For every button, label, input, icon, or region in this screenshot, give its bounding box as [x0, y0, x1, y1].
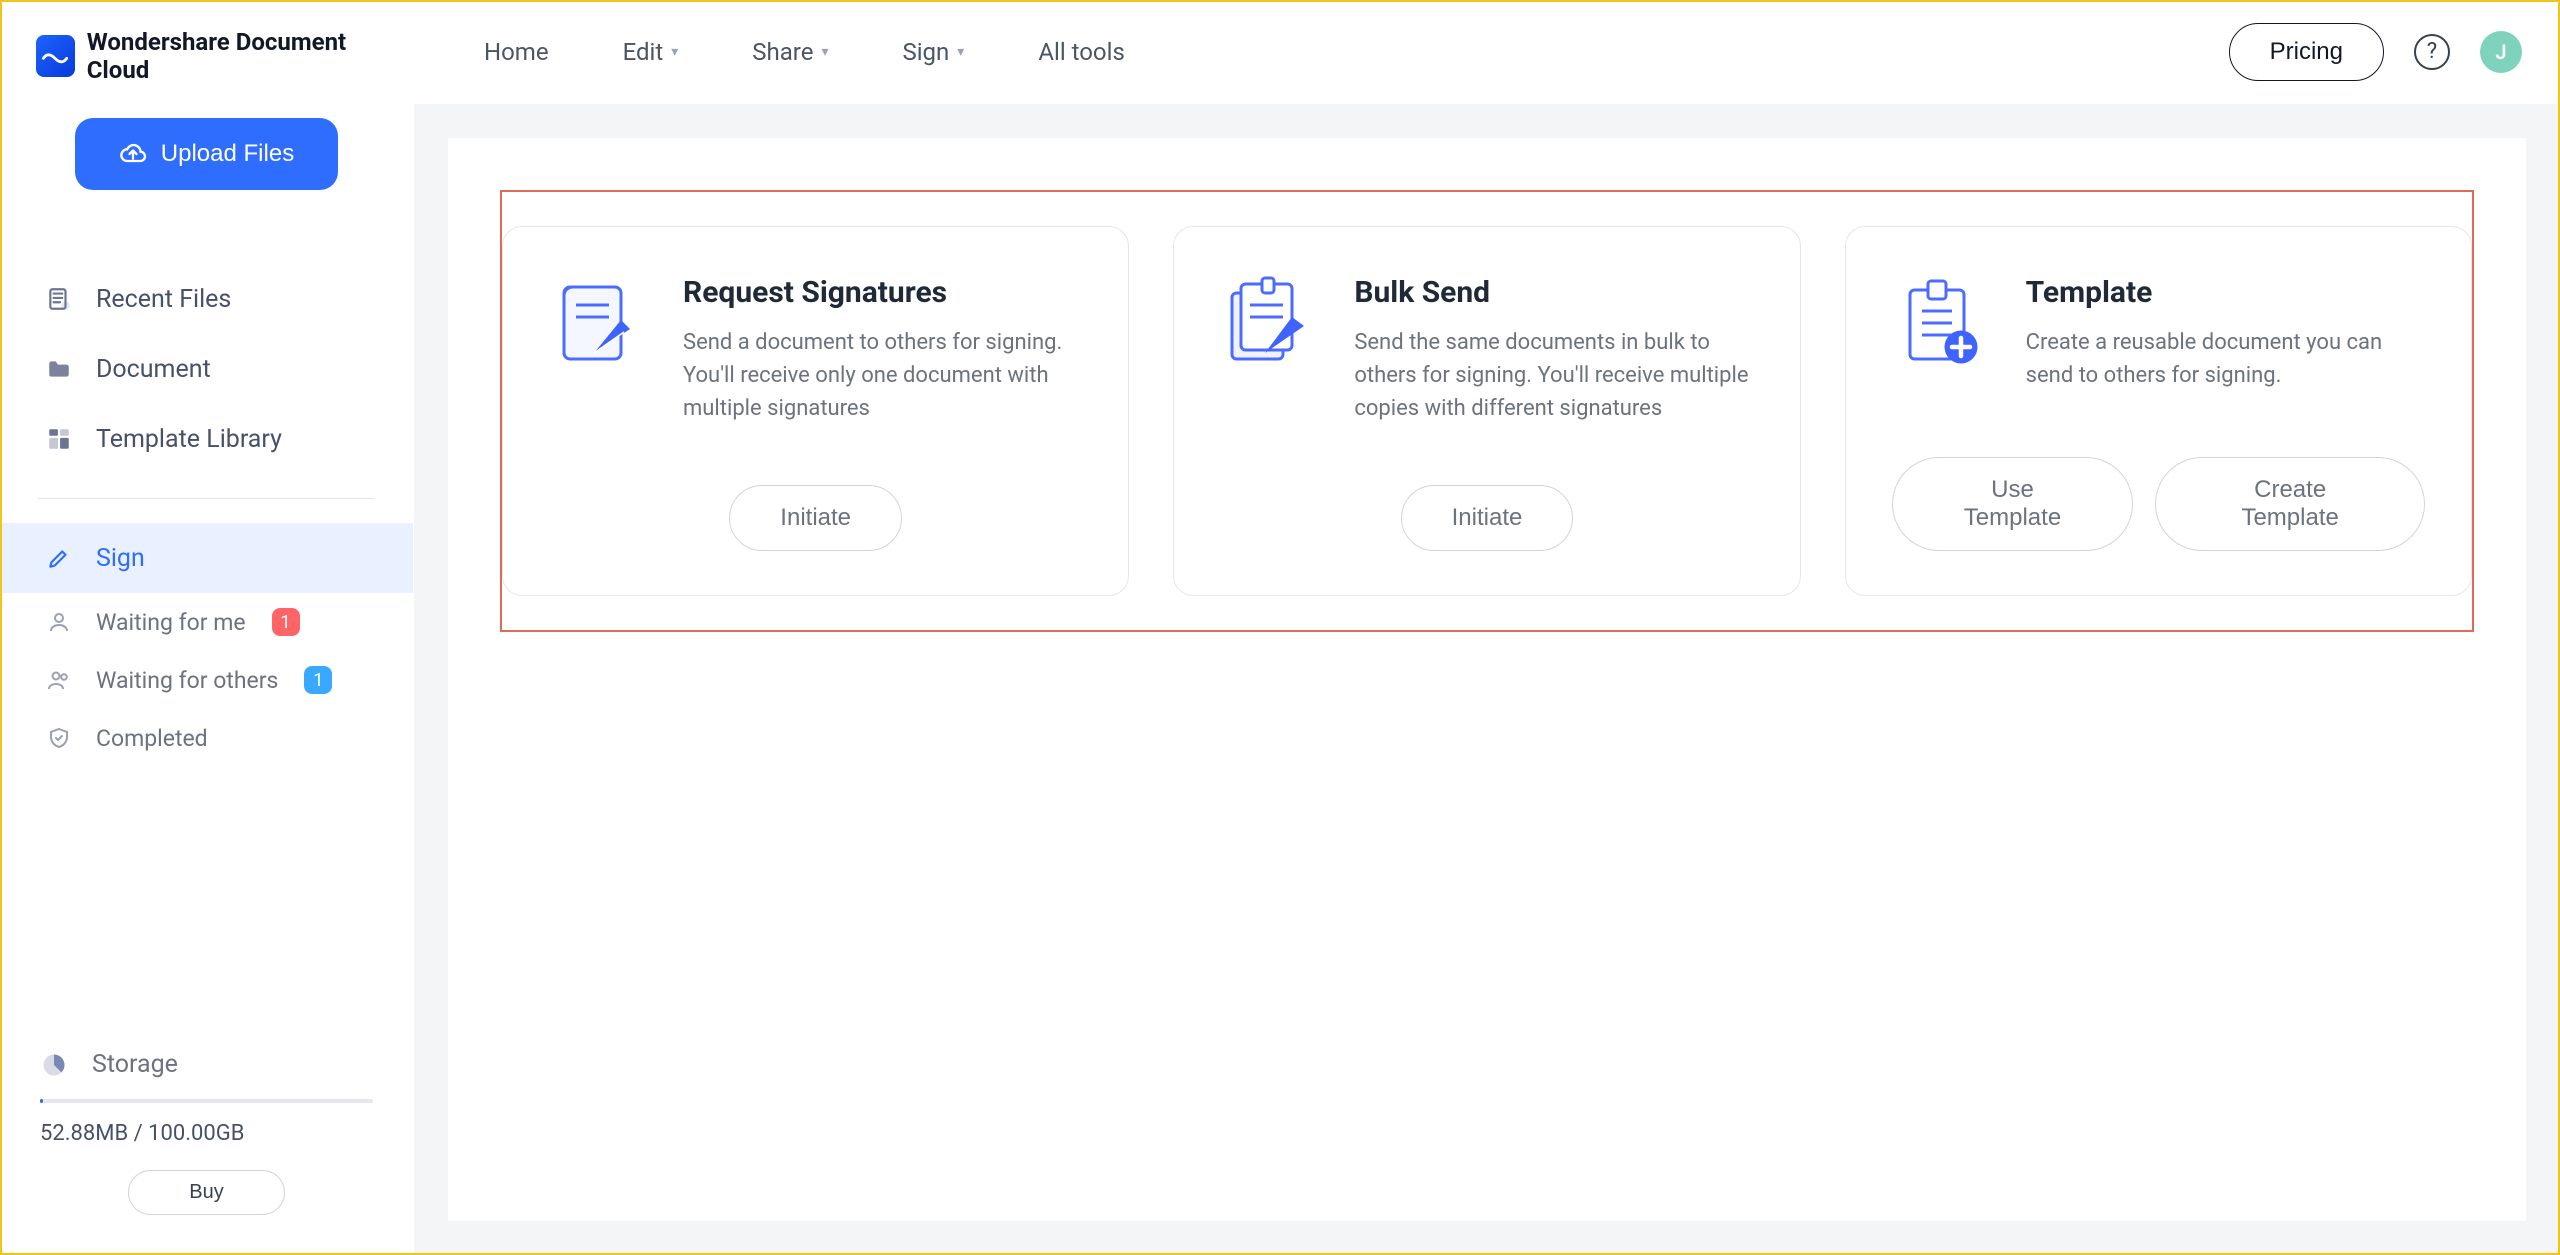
upload-wrap: Upload Files: [0, 98, 413, 210]
topnav: Home Edit ▾ Share ▾ Sign ▾ All tools: [484, 38, 1125, 66]
bulk-initiate-button[interactable]: Initiate: [1401, 485, 1574, 551]
nav-document[interactable]: Document: [0, 334, 413, 404]
use-template-button[interactable]: Use Template: [1892, 457, 2134, 551]
nav-waiting-for-others[interactable]: Waiting for others 1: [0, 651, 413, 709]
nav-template-library-label: Template Library: [96, 425, 282, 454]
topnav-sign[interactable]: Sign ▾: [902, 38, 964, 66]
topnav-edit[interactable]: Edit ▾: [623, 38, 679, 66]
nav-waiting-others-label: Waiting for others: [96, 667, 278, 694]
nav-sign[interactable]: Sign: [0, 523, 413, 593]
folder-icon: [44, 354, 74, 384]
create-template-button[interactable]: Create Template: [2155, 457, 2425, 551]
topnav-all-tools-label: All tools: [1038, 38, 1125, 66]
shield-check-icon: [44, 723, 74, 753]
waiting-others-badge: 1: [304, 666, 332, 694]
chevron-down-icon: ▾: [957, 44, 964, 60]
sidebar: Wondershare Document Cloud Upload Files …: [0, 0, 414, 1255]
nav-recent-files[interactable]: Recent Files: [0, 264, 413, 334]
content-panel: Request Signatures Send a document to ot…: [448, 138, 2526, 1221]
topnav-share-label: Share: [752, 38, 813, 66]
nav-template-library[interactable]: Template Library: [0, 404, 413, 474]
bulk-send-icon: [1220, 275, 1316, 371]
card-template-title: Template: [2026, 275, 2425, 310]
topnav-sign-label: Sign: [902, 38, 949, 66]
avatar[interactable]: J: [2480, 31, 2522, 73]
upload-label: Upload Files: [161, 140, 294, 168]
topnav-home-label: Home: [484, 38, 549, 66]
storage-pie-icon: [40, 1051, 68, 1079]
request-signatures-icon: [549, 275, 645, 371]
recent-files-icon: [44, 284, 74, 314]
template-library-icon: [44, 424, 74, 454]
nav-recent-label: Recent Files: [96, 285, 231, 314]
person-icon: [44, 607, 74, 637]
chevron-down-icon: ▾: [671, 44, 678, 60]
nav-section-main: Recent Files Document Template Library: [0, 210, 413, 474]
storage-label: Storage: [92, 1050, 178, 1079]
cloud-upload-icon: [119, 140, 147, 168]
topbar-right: Pricing ? J: [2229, 23, 2522, 81]
pen-sign-icon: [44, 543, 74, 573]
nav-waiting-me-label: Waiting for me: [96, 609, 246, 636]
waiting-me-badge: 1: [272, 608, 300, 636]
storage-row: Storage: [40, 1050, 373, 1079]
nav-completed-label: Completed: [96, 725, 208, 752]
storage-bar: [40, 1099, 373, 1103]
nav-divider: [38, 498, 375, 499]
storage-used-text: 52.88MB / 100.00GB: [40, 1121, 373, 1146]
nav-completed[interactable]: Completed: [0, 709, 413, 767]
brand-logo: [36, 35, 75, 77]
people-icon: [44, 665, 74, 695]
pricing-button[interactable]: Pricing: [2229, 23, 2384, 81]
nav-sign-label: Sign: [96, 544, 145, 573]
card-bulk-desc: Send the same documents in bulk to other…: [1354, 326, 1753, 425]
topnav-home[interactable]: Home: [484, 38, 549, 66]
brand-name: Wondershare Document Cloud: [87, 28, 389, 84]
card-bulk-send: Bulk Send Send the same documents in bul…: [1173, 226, 1800, 596]
brand-row: Wondershare Document Cloud: [0, 0, 413, 98]
card-template: Template Create a reusable document you …: [1845, 226, 2472, 596]
topnav-share[interactable]: Share ▾: [752, 38, 828, 66]
help-icon[interactable]: ?: [2414, 34, 2450, 70]
request-initiate-button[interactable]: Initiate: [729, 485, 902, 551]
chevron-down-icon: ▾: [821, 44, 828, 60]
card-request-signatures: Request Signatures Send a document to ot…: [502, 226, 1129, 596]
topbar: Home Edit ▾ Share ▾ Sign ▾ All tools Pricin…: [414, 0, 2560, 104]
brand-logo-icon: [41, 42, 69, 70]
main: Home Edit ▾ Share ▾ Sign ▾ All tools Pricin…: [414, 0, 2560, 1255]
buy-storage-button[interactable]: Buy: [128, 1170, 284, 1215]
card-request-desc: Send a document to others for signing. Y…: [683, 326, 1082, 425]
template-icon: [1892, 275, 1988, 371]
content-area: Request Signatures Send a document to ot…: [414, 104, 2560, 1255]
nav-waiting-for-me[interactable]: Waiting for me 1: [0, 593, 413, 651]
sign-options-highlight: Request Signatures Send a document to ot…: [500, 190, 2474, 632]
card-request-title: Request Signatures: [683, 275, 1082, 310]
upload-files-button[interactable]: Upload Files: [75, 118, 338, 190]
topnav-all-tools[interactable]: All tools: [1038, 38, 1125, 66]
card-template-desc: Create a reusable document you can send …: [2026, 326, 2425, 392]
card-bulk-title: Bulk Send: [1354, 275, 1753, 310]
storage-fill: [40, 1099, 43, 1103]
nav-document-label: Document: [96, 355, 211, 384]
storage-block: Storage 52.88MB / 100.00GB Buy: [0, 1050, 413, 1255]
topnav-edit-label: Edit: [623, 38, 664, 66]
